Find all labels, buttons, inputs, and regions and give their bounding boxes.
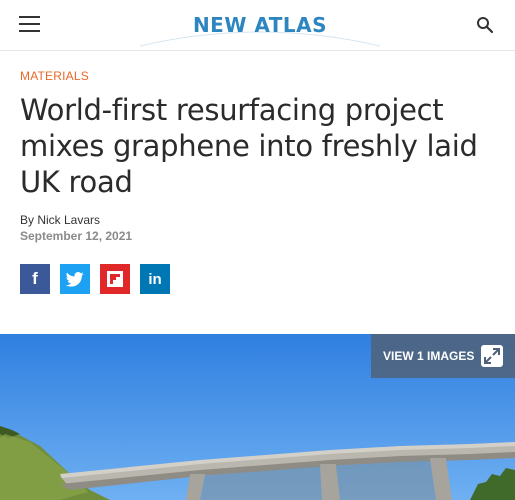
view-images-label: VIEW 1 IMAGES [383,349,475,363]
article-title: World-first resurfacing project mixes gr… [20,93,478,199]
search-icon[interactable] [476,16,494,34]
site-header: NEW ATLAS [0,0,515,51]
menu-icon[interactable] [19,16,40,34]
view-images-button[interactable]: VIEW 1 IMAGES [371,334,515,378]
facebook-icon: f [32,269,38,288]
twitter-icon [66,271,84,287]
expand-icon [481,345,503,367]
linkedin-icon: in [148,270,162,288]
flipboard-icon [107,271,123,287]
site-logo[interactable]: NEW ATLAS [140,8,380,48]
share-linkedin-button[interactable]: in [140,264,170,294]
logo-text: NEW ATLAS [192,13,328,37]
article-date: September 12, 2021 [20,229,133,243]
share-facebook-button[interactable]: f [20,264,50,294]
article-byline: By Nick Lavars [20,213,101,227]
article-category[interactable]: MATERIALS [20,69,89,83]
share-flipboard-button[interactable] [100,264,130,294]
share-twitter-button[interactable] [60,264,90,294]
